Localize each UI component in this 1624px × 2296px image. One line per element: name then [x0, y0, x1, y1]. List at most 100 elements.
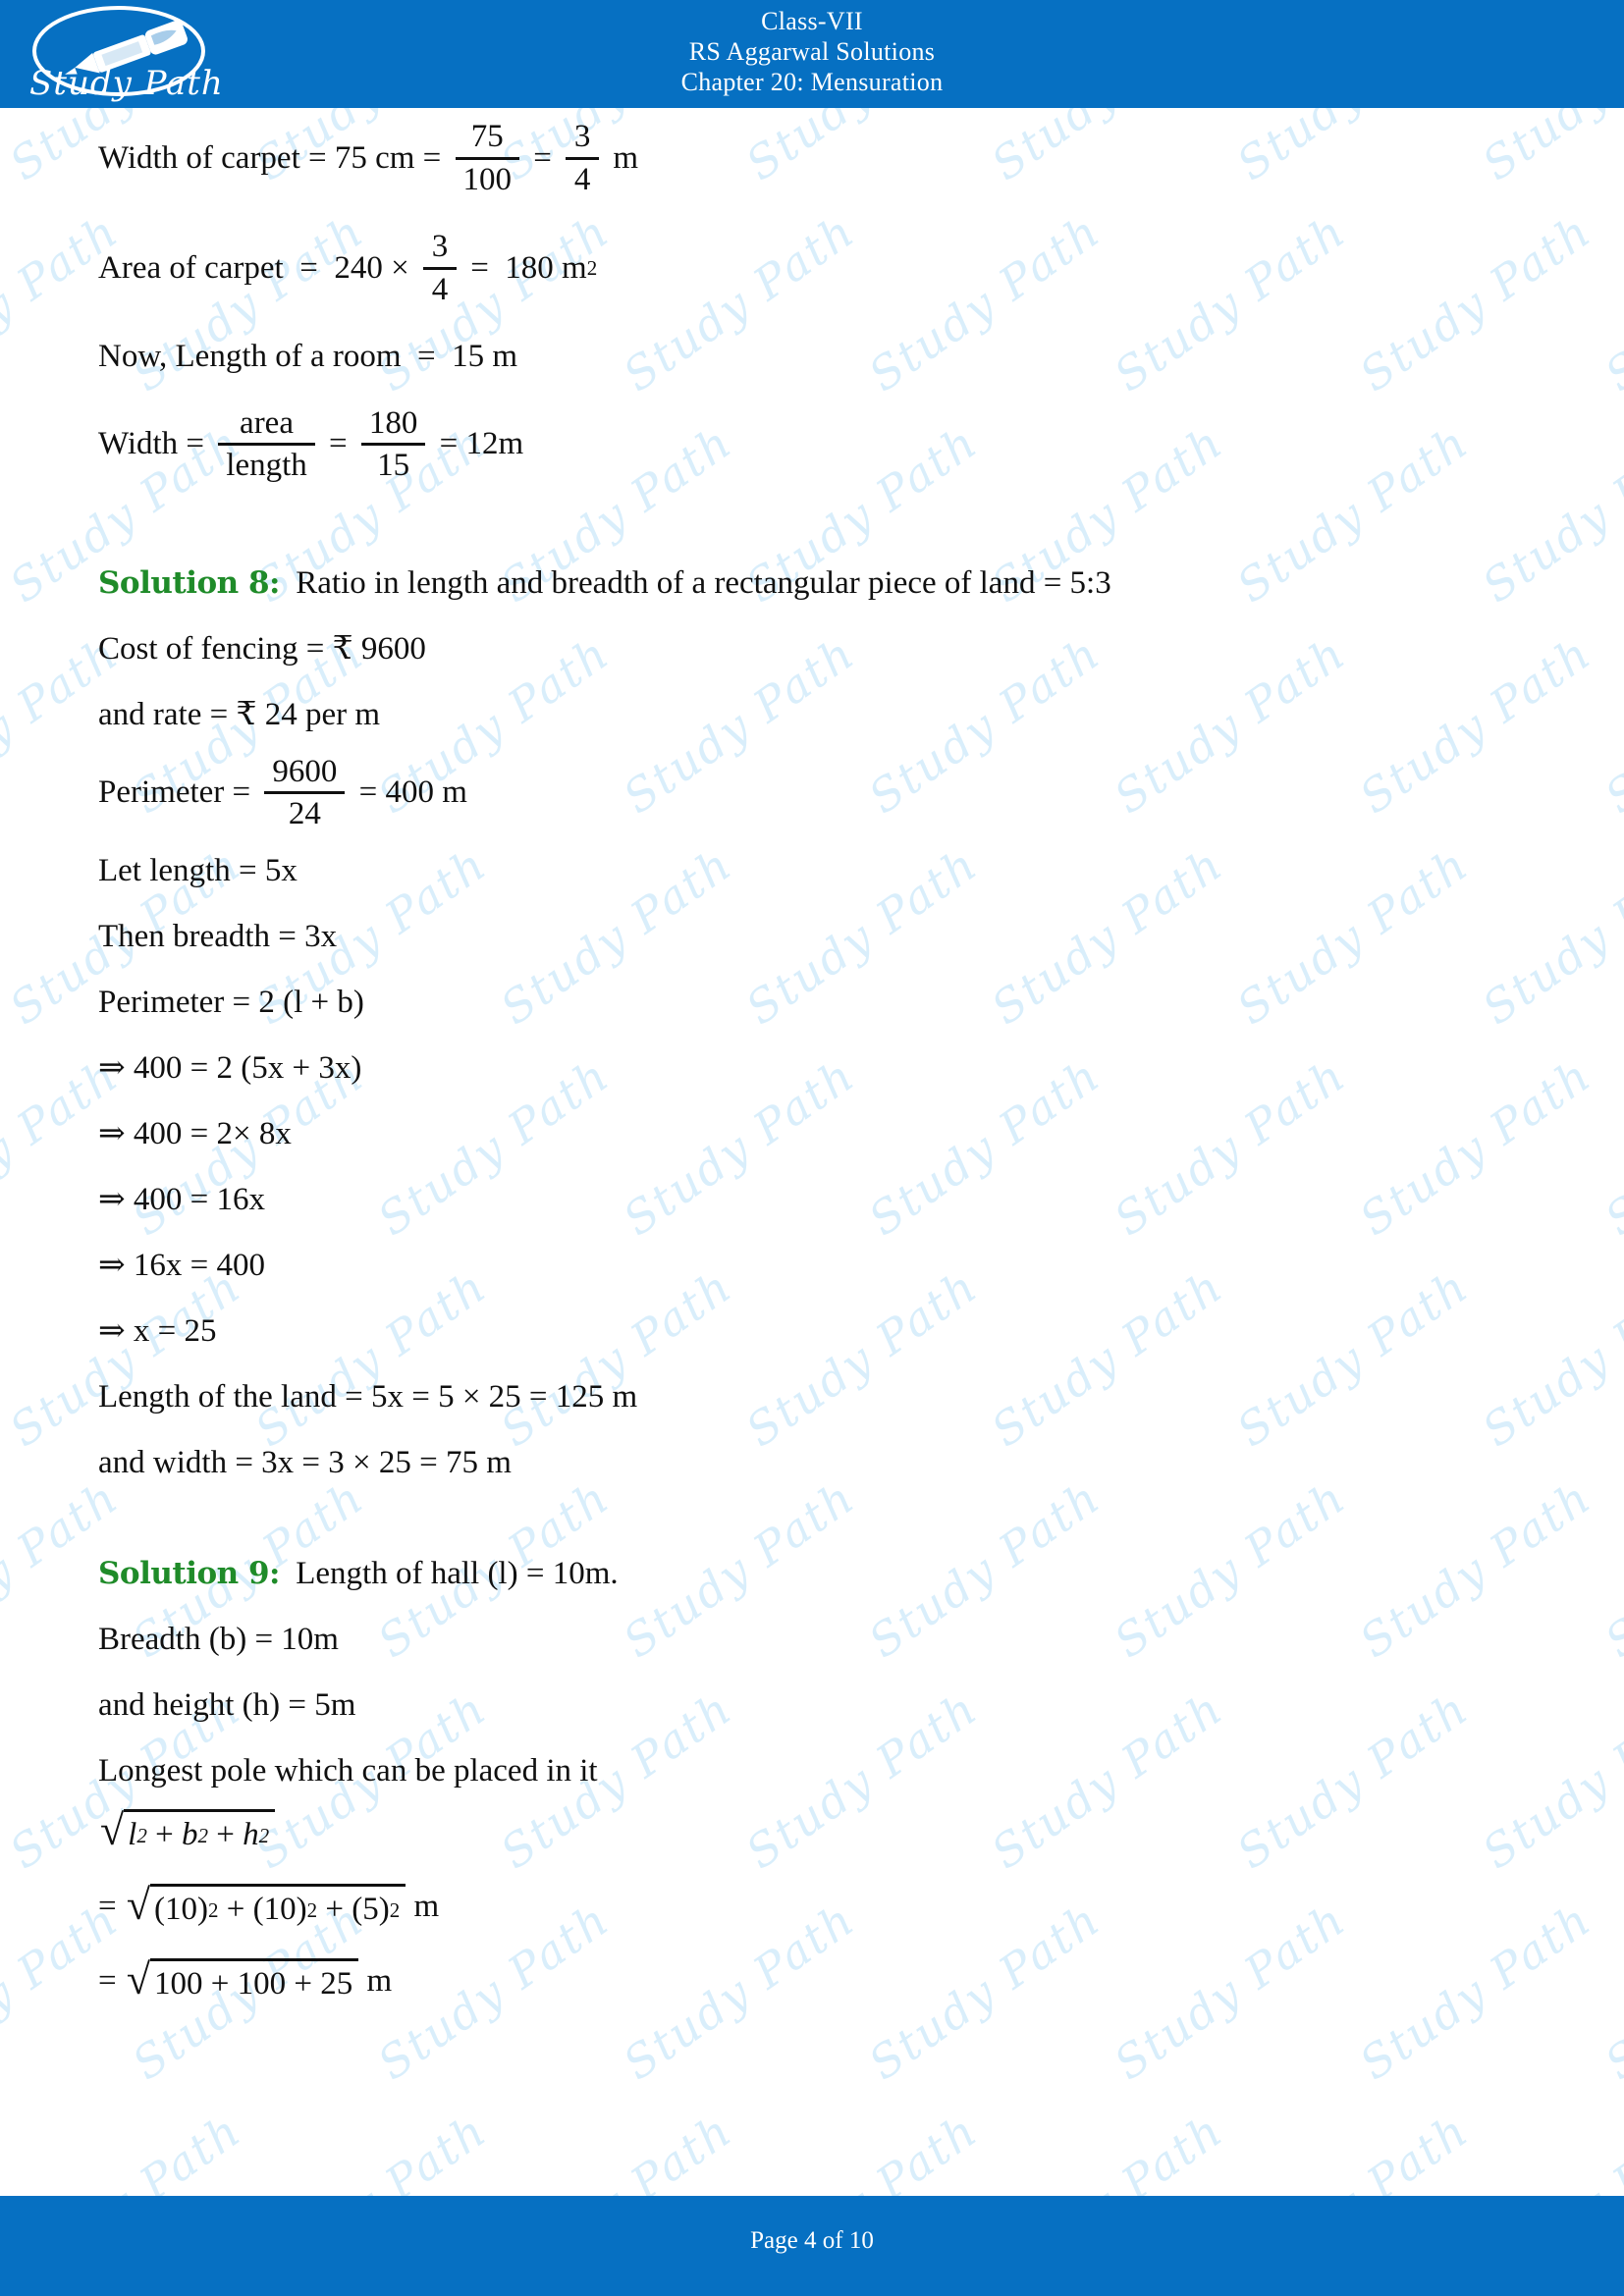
watermark-text: Study Path [1596, 626, 1624, 825]
line-width-formula: Width = area length = 180 15 = 12m [98, 404, 1551, 484]
page-header: Study Path Class-VII RS Aggarwal Solutio… [0, 0, 1624, 108]
line-step-400-eq-2x8x: ⇒ 400 = 2× 8x [98, 1118, 1551, 1150]
line-then-breadth: Then breadth = 3x [98, 921, 1551, 953]
text-segment: Let length = 5x [98, 853, 298, 889]
watermark-text: Study Path [1596, 1893, 1624, 2091]
header-book-line: RS Aggarwal Solutions [688, 37, 936, 66]
variable-h: h [243, 1817, 259, 1853]
operator-plus: + [317, 1892, 352, 1928]
line-length-of-room: Now, Length of a room = 15 m [98, 338, 1551, 374]
line-longest-pole: Longest pole which can be placed in it [98, 1755, 1551, 1788]
text-segment: Ratio in length and breadth of a rectang… [288, 564, 1111, 601]
text-segment: ⇒ 400 = 2 (5x + 3x) [98, 1050, 362, 1087]
radical-sign-icon: √ [100, 1806, 125, 1855]
text-segment: m [605, 139, 639, 176]
line-radical-sum: = √ 100 + 100 + 25 m [98, 1958, 1551, 2003]
text-segment: Width of carpet = 75 cm = [98, 139, 450, 176]
line-let-length: Let length = 5x [98, 855, 1551, 887]
text-segment: Cost of fencing = ₹ 9600 [98, 630, 426, 667]
term-5-squared: (5) [352, 1892, 390, 1928]
fraction-numerator: 75 [470, 119, 504, 154]
line-length-of-land: Length of the land = 5x = 5 × 25 = 125 m [98, 1381, 1551, 1414]
fraction-bar [455, 156, 520, 160]
line-width-of-carpet: Width of carpet = 75 cm = 75 100 = 3 4 m [98, 120, 1551, 196]
variable-l: l [128, 1817, 137, 1853]
fraction-3-4: 3 4 [566, 119, 600, 197]
text-segment: = 400 m [351, 774, 467, 811]
unit-label: m [358, 1962, 393, 1999]
fraction-3-4: 3 4 [422, 229, 457, 307]
operator-plus: + [218, 1892, 253, 1928]
fraction-denominator: 24 [288, 796, 321, 832]
watermark-text: Study Path [0, 414, 6, 613]
fraction-area-length: area length [218, 404, 315, 484]
page-footer: Page 4 of 10 [0, 2196, 1624, 2296]
line-solution-9-heading: Solution 9: Length of hall (l) = 10m. [98, 1558, 1551, 1590]
text-segment: ⇒ 400 = 2× 8x [98, 1116, 292, 1152]
radical-sign-icon: √ [126, 1955, 151, 2004]
solution-9-label: Solution 9: [98, 1556, 281, 1592]
fraction-numerator: area [240, 404, 294, 441]
line-step-16x-eq-400: ⇒ 16x = 400 [98, 1250, 1551, 1282]
unit-label: m [406, 1888, 440, 1924]
line-perimeter-value: Perimeter = 9600 24 = 400 m [98, 755, 1551, 831]
equals-sign: = [98, 1888, 125, 1924]
solutions-content: Width of carpet = 75 cm = 75 100 = 3 4 m… [98, 108, 1551, 2003]
equals-sign: = [98, 1962, 125, 1999]
text-segment: and height (h) = 5m [98, 1687, 356, 1724]
page-number-label: Page 4 of 10 [750, 2227, 874, 2254]
line-solution-8-heading: Solution 8: Ratio in length and breadth … [98, 564, 1551, 601]
text-segment: and width = 3x = 3 × 25 = 75 m [98, 1445, 512, 1481]
fraction-75-100: 75 100 [455, 119, 520, 197]
line-step-x-eq-25: ⇒ x = 25 [98, 1315, 1551, 1348]
variable-b: b [181, 1817, 198, 1853]
fraction-numerator: 3 [431, 229, 449, 265]
header-title-block: Class-VII RS Aggarwal Solutions Chapter … [0, 6, 1624, 97]
operator-plus: + [207, 1817, 244, 1853]
text-segment: Then breadth = 3x [98, 919, 338, 955]
line-area-of-carpet: Area of carpet = 240 × 3 4 = 180 m 2 [98, 229, 598, 307]
fraction-bar [360, 443, 426, 447]
line-height-h: and height (h) = 5m [98, 1689, 1551, 1722]
line-rate-per-m: and rate = ₹ 24 per m [98, 696, 1551, 732]
text-segment: Length of the land = 5x = 5 × 25 = 125 m [98, 1379, 638, 1415]
fraction-denominator: 100 [462, 161, 513, 197]
fraction-denominator: 15 [377, 448, 410, 484]
line-step-400-eq-16x: ⇒ 400 = 16x [98, 1184, 1551, 1216]
fraction-bar [422, 266, 457, 270]
header-chapter-line: Chapter 20: Mensuration [680, 68, 944, 96]
fraction-numerator: 9600 [272, 753, 338, 789]
text-segment: Now, Length of a room = 15 m [98, 338, 518, 374]
watermark-text: Study Path [1596, 204, 1624, 402]
text-segment: = 12m [431, 426, 524, 462]
text-segment: Area of carpet = 240 × [98, 249, 417, 286]
fraction-9600-24: 9600 24 [264, 753, 346, 832]
radicand: l2 + b2 + h2 [124, 1809, 276, 1854]
text-segment: Breadth (b) = 10m [98, 1622, 339, 1658]
watermark-text: Study Path [1596, 1048, 1624, 1247]
watermark-text: Study Path [0, 1258, 6, 1457]
operator-plus: + [146, 1817, 182, 1853]
text-segment: = 180 m [461, 249, 587, 286]
fraction-denominator: length [226, 448, 307, 484]
fraction-numerator: 3 [573, 119, 591, 154]
text-segment: = [525, 139, 561, 176]
line-perimeter-formula: Perimeter = 2 (l + b) [98, 987, 1551, 1019]
square-root-expression: √ l2 + b2 + h2 [100, 1806, 276, 1855]
line-width-of-land: and width = 3x = 3 × 25 = 75 m [98, 1447, 1551, 1479]
square-root-expression: √ (10) 2 + (10) 2 + (5) 2 [127, 1884, 406, 1929]
fraction-numerator: 180 [368, 404, 418, 441]
watermark-text: Study Path [0, 1681, 6, 1879]
fraction-denominator: 4 [431, 271, 449, 307]
watermark-text: Study Path [0, 836, 6, 1035]
radicand: (10) 2 + (10) 2 + (5) 2 [150, 1884, 406, 1929]
term-10-squared: (10) [252, 1892, 307, 1928]
square-root-expression: √ 100 + 100 + 25 [126, 1955, 359, 2004]
document-page: Study Path Study Path Study Path Study Path… [0, 0, 1624, 2296]
text-segment: Length of hall (l) = 10m. [288, 1556, 619, 1592]
line-breadth-b: Breadth (b) = 10m [98, 1624, 1551, 1656]
text-segment: and rate = ₹ 24 per m [98, 696, 381, 732]
line-radical-substituted: = √ (10) 2 + (10) 2 + (5) 2 m [98, 1884, 1551, 1929]
fraction-denominator: 4 [573, 161, 591, 197]
text-segment: ⇒ 16x = 400 [98, 1248, 266, 1284]
